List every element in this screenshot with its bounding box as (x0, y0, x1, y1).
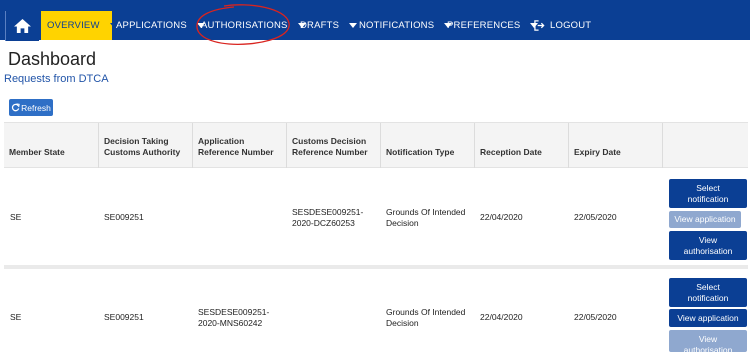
logout-icon (534, 20, 545, 31)
table-header: Member State Decision Taking Customs Aut… (4, 122, 748, 169)
nav-applications[interactable]: APPLICATIONS (116, 11, 205, 40)
refresh-label: Refresh (21, 102, 51, 113)
nav-overview-label: OVERVIEW (47, 20, 100, 31)
cell-notification-type: Grounds Of Intended Decision (386, 207, 466, 228)
cell-application-ref: SESDESE009251-2020-MNS60242 (198, 307, 270, 328)
view-application-button[interactable]: View application (669, 211, 741, 228)
col-dtca: Decision Taking Customs Authority (98, 123, 192, 169)
cell-reception-date: 22/04/2020 (480, 312, 523, 322)
view-application-button[interactable]: View application (669, 309, 747, 327)
table-row (4, 269, 748, 352)
annotation-circle (196, 4, 290, 45)
refresh-button[interactable]: Refresh (9, 99, 53, 116)
col-actions (662, 123, 748, 169)
home-icon (14, 18, 31, 34)
page-title: Dashboard (8, 49, 97, 69)
select-notification-button[interactable]: Select notification (669, 179, 747, 208)
cell-member-state: SE (10, 212, 22, 222)
cell-notification-type: Grounds Of Intended Decision (386, 307, 466, 328)
col-member-state: Member State (9, 147, 65, 157)
nav-preferences[interactable]: PREFERENCES (447, 11, 539, 40)
chevron-down-icon (349, 23, 358, 28)
nav-drafts-label: DRAFTS (300, 20, 340, 31)
nav-notifications[interactable]: NOTIFICATIONS (359, 11, 453, 40)
view-authorisation-button[interactable]: View authorisation (669, 231, 747, 260)
top-navbar: OVERVIEW APPLICATIONS AUTHORISATIONS DRA… (0, 0, 750, 41)
nav-applications-label: APPLICATIONS (116, 20, 187, 31)
home-button[interactable] (5, 11, 39, 41)
select-notification-button[interactable]: Select notification (669, 278, 747, 307)
cell-reception-date: 22/04/2020 (480, 212, 523, 222)
cell-expiry-date: 22/05/2020 (574, 212, 617, 222)
refresh-icon (11, 103, 20, 112)
cell-expiry-date: 22/05/2020 (574, 312, 617, 322)
col-reception-date: Reception Date (474, 123, 568, 169)
nav-logout-label: LOGOUT (550, 20, 592, 31)
cell-member-state: SE (10, 312, 22, 322)
nav-logout[interactable]: LOGOUT (534, 11, 591, 40)
nav-drafts[interactable]: DRAFTS (300, 11, 358, 40)
col-decision-ref: Customs Decision Reference Number (286, 123, 380, 169)
cell-decision-ref: SESDESE009251-2020-DCZ60253 (292, 207, 364, 228)
page-subtitle: Requests from DTCA (4, 73, 109, 85)
col-application-ref: Application Reference Number (192, 123, 286, 169)
col-expiry-date: Expiry Date (568, 123, 662, 169)
cell-dtca: SE009251 (104, 312, 144, 322)
nav-notifications-label: NOTIFICATIONS (359, 20, 435, 31)
cell-dtca: SE009251 (104, 212, 144, 222)
nav-overview[interactable]: OVERVIEW (41, 11, 118, 40)
col-notification-type: Notification Type (380, 123, 474, 169)
view-authorisation-button[interactable]: View authorisation (669, 330, 747, 352)
nav-preferences-label: PREFERENCES (447, 20, 521, 31)
